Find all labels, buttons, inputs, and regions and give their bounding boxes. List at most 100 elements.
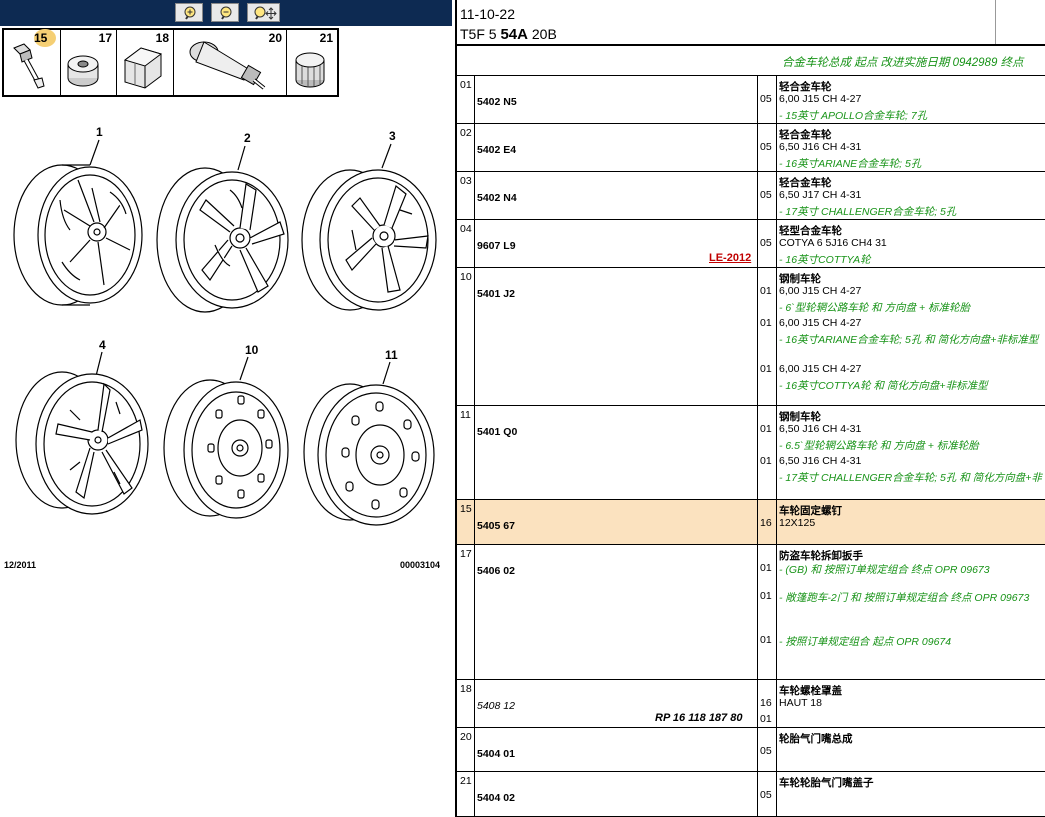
quantity: 05 <box>760 141 772 153</box>
table-row[interactable]: 02 5402 E4 轻合金车轮 05 6,50 J16 CH 4-31 - 16英寸AR… <box>457 124 1045 172</box>
part-reference: 5401 Q0 <box>477 426 518 438</box>
part-title: 钢制车轮 <box>779 411 821 423</box>
wheel-2-illustration <box>156 167 289 313</box>
qty-cell <box>757 406 777 499</box>
part-reference: 5401 J2 <box>477 288 515 300</box>
row-index: 04 <box>460 223 472 235</box>
table-row[interactable]: 15 5405 67 车轮固定螺钉 16 12X125 <box>457 500 1045 545</box>
part-title: 防盗车轮拆卸扳手 <box>779 550 863 562</box>
part-title: 车轮轮胎气门嘴盖子 <box>779 777 874 789</box>
quantity: 05 <box>760 745 772 757</box>
quantity: 01 <box>760 317 772 329</box>
part-reference: 9607 L9 <box>477 240 516 252</box>
row-index: 20 <box>460 731 472 743</box>
part-note: - 17英寸 CHALLENGER合金车轮; 5孔 <box>779 206 957 218</box>
part-title: 轻合金车轮 <box>779 177 832 189</box>
part-title: 轻型合金车轮 <box>779 225 842 237</box>
part-note: - 敞篷跑车-2门 和 按照订单规定组合 终点 OPR 09673 <box>779 592 1030 604</box>
part-note: - 16英寸ARIANE合金车轮; 5孔 <box>779 158 922 170</box>
part-title: 轮胎气门嘴总成 <box>779 733 853 745</box>
row-index: 18 <box>460 683 472 695</box>
part-reference: 5408 12 <box>477 700 515 712</box>
row-index: 15 <box>460 503 472 515</box>
part-note: - 15英寸 APOLLO合金车轮; 7孔 <box>779 110 928 122</box>
index-cell <box>457 268 475 405</box>
part-spec: 12X125 <box>779 517 816 529</box>
wheel-3-illustration <box>301 169 437 311</box>
table-row[interactable]: 18 5408 12 车轮螺栓罩盖 RP 16 118 187 80 16 HAUT 18… <box>457 680 1045 728</box>
part-spec: COTYA 6 5J16 CH4 31 <box>779 237 887 249</box>
diagram-panel: 15 17 18 20 21 1 2 3 4 10 11 12/2011 000… <box>0 0 452 817</box>
part-note: - 16英寸COTTYA轮 和 简化方向盘+非标准型 <box>779 380 988 392</box>
row-index: 21 <box>460 775 472 787</box>
table-row[interactable]: 11 5401 Q0 钢制车轮 01 6,50 J16 CH 4-31 - 6.5`型轮辋… <box>457 406 1045 500</box>
wheel-4-illustration <box>15 371 149 515</box>
table-row[interactable]: 04 9607 L9 轻型合金车轮 LE-2012 05 COTYA 6 5J16 CH4… <box>457 220 1045 268</box>
part-title: 轻合金车轮 <box>779 129 832 141</box>
part-note: - 16英寸ARIANE合金车轮; 5孔 和 简化方向盘+非标准型 <box>779 334 1039 346</box>
part-reference: 5402 N4 <box>477 192 517 204</box>
part-title: 轻合金车轮 <box>779 81 832 93</box>
quantity: 01 <box>760 562 772 574</box>
wheel-10-illustration <box>163 379 289 519</box>
table-row[interactable]: 17 5406 02 防盗车轮拆卸扳手 01 - (GB) 和 按照订单规定组合 终点 … <box>457 545 1045 680</box>
part-reference: 5406 02 <box>477 565 515 577</box>
quantity: 01 <box>760 713 772 725</box>
part-reference: 5402 E4 <box>477 144 517 156</box>
part-spec: 6,50 J16 CH 4-31 <box>779 455 862 467</box>
quantity: 01 <box>760 455 772 467</box>
row-index: 10 <box>460 271 472 283</box>
quantity: 01 <box>760 590 772 602</box>
part-spec: 6,00 J15 CH 4-27 <box>779 285 862 297</box>
quantity: 01 <box>760 634 772 646</box>
quantity: 01 <box>760 363 772 375</box>
table-row[interactable]: 20 5404 01 轮胎气门嘴总成 05 <box>457 728 1045 772</box>
diagram-date: 12/2011 <box>4 560 37 570</box>
part-note: - 17英寸 CHALLENGER合金车轮; 5孔 和 简化方向盘+非 <box>779 472 1042 484</box>
row-index: 02 <box>460 127 472 139</box>
part-note: - 6.5`型轮辋公路车轮 和 方向盘 + 标准轮胎 <box>779 440 979 452</box>
part-title: 钢制车轮 <box>779 273 821 285</box>
parts-header: 11-10-22 T5F 5 54A 20B <box>457 0 1045 46</box>
header-model: T5F 5 54A 20B <box>460 26 557 43</box>
table-row[interactable]: 01 5402 N5 轻合金车轮 05 6,00 J15 CH 4-27 - 15英寸 A… <box>457 76 1045 124</box>
quantity: 05 <box>760 237 772 249</box>
parts-list-panel: 11-10-22 T5F 5 54A 20B 合金车轮总成 起点 改进实施日期 … <box>455 0 1045 817</box>
part-note: - 16英寸COTTYA轮 <box>779 254 871 266</box>
wheel-1-illustration <box>13 164 143 306</box>
rp-reference: RP 16 118 187 80 <box>655 712 743 724</box>
assembly-banner: 合金车轮总成 起点 改进实施日期 0942989 终点 <box>457 46 1045 76</box>
part-note: - 按照订单规定组合 起点 OPR 09674 <box>779 636 952 648</box>
quantity: 05 <box>760 189 772 201</box>
part-spec: 6,50 J17 CH 4-31 <box>779 189 862 201</box>
part-reference: 5405 67 <box>477 520 515 532</box>
part-reference: 5404 02 <box>477 792 515 804</box>
row-index: 03 <box>460 175 472 187</box>
part-reference: 5402 N5 <box>477 96 517 108</box>
part-spec: HAUT 18 <box>779 697 822 709</box>
part-spec: 6,00 J15 CH 4-27 <box>779 363 862 375</box>
table-row[interactable]: 03 5402 N4 轻合金车轮 05 6,50 J17 CH 4-31 - 17英寸 C… <box>457 172 1045 220</box>
part-spec: 6,00 J15 CH 4-27 <box>779 317 862 329</box>
part-spec: 6,00 J15 CH 4-27 <box>779 93 862 105</box>
quantity: 16 <box>760 697 772 709</box>
table-row[interactable]: 21 5404 02 车轮轮胎气门嘴盖子 05 <box>457 772 1045 817</box>
row-index: 17 <box>460 548 472 560</box>
header-date: 11-10-22 <box>460 6 516 22</box>
flag-link[interactable]: LE-2012 <box>709 252 751 264</box>
quantity: 01 <box>760 423 772 435</box>
wheel-exploded-diagram <box>13 139 437 526</box>
row-index: 01 <box>460 79 472 91</box>
wheel-11-illustration <box>303 383 435 526</box>
header-divider <box>995 0 996 44</box>
quantity: 01 <box>760 285 772 297</box>
part-title: 车轮固定螺钉 <box>779 505 842 517</box>
diagram-code: 00003104 <box>400 560 441 570</box>
part-spec: 6,50 J16 CH 4-31 <box>779 423 862 435</box>
part-note: - (GB) 和 按照订单规定组合 终点 OPR 09673 <box>779 564 990 576</box>
index-cell <box>457 545 475 679</box>
table-row[interactable]: 10 5401 J2 钢制车轮 01 6,00 J15 CH 4-27 - 6`型轮辋公路… <box>457 268 1045 406</box>
part-title: 车轮螺栓罩盖 <box>779 685 842 697</box>
part-reference: 5404 01 <box>477 748 515 760</box>
quantity: 05 <box>760 789 772 801</box>
